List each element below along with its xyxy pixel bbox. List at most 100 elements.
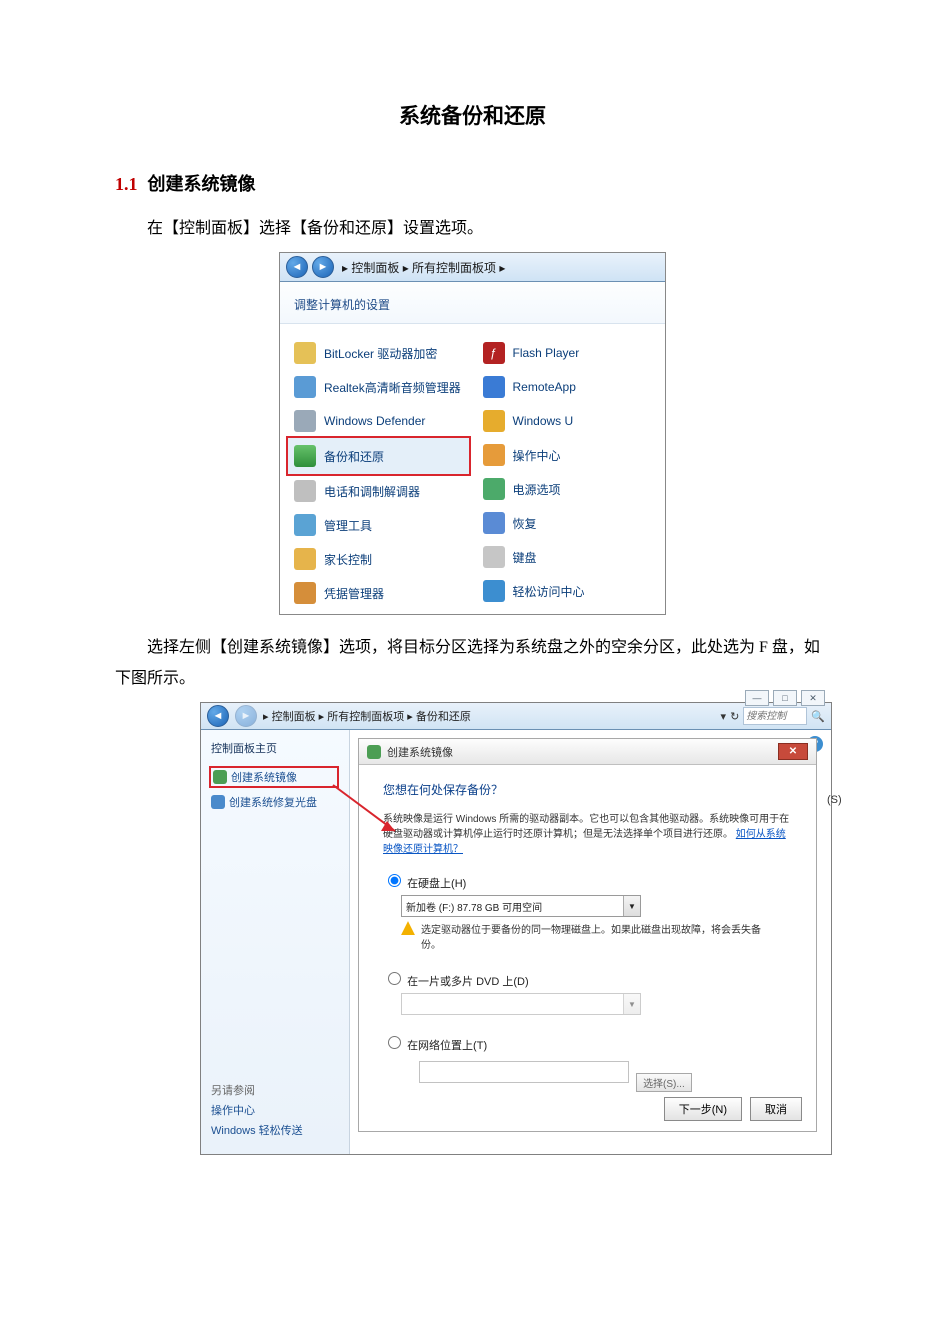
bw-forward-button[interactable]: ► <box>235 705 257 727</box>
sidebar-see-also: 另请参阅 <box>211 1082 303 1098</box>
document-title: 系统备份和还原 <box>115 100 830 130</box>
cp-item-label: 轻松访问中心 <box>513 583 585 600</box>
search-input[interactable] <box>743 707 807 725</box>
opt-dvd-radio[interactable] <box>388 972 401 985</box>
harddisk-combo[interactable]: 新加卷 (F:) 87.78 GB 可用空间 ▼ <box>401 895 641 917</box>
opt-network[interactable]: 在网络位置上(T) <box>383 1040 487 1052</box>
cp-header: 调整计算机的设置 <box>280 282 665 324</box>
remote-icon <box>483 376 505 398</box>
cp-item-label: 备份和还原 <box>324 448 384 465</box>
cp-item-label: Realtek高清晰音频管理器 <box>324 379 461 396</box>
wizard-description: 系统映像是运行 Windows 所需的驱动器副本。它也可以包含其他驱动器。系统映… <box>383 812 792 857</box>
disc-icon <box>211 795 225 809</box>
keyboard-icon <box>483 546 505 568</box>
cp-breadcrumb[interactable]: ▸ 控制面板 ▸ 所有控制面板项 ▸ <box>342 259 505 276</box>
update-icon <box>483 410 505 432</box>
section-title: 创建系统镜像 <box>148 174 256 194</box>
parent-icon <box>294 548 316 570</box>
cp-item-label: 管理工具 <box>324 517 372 534</box>
defender-icon <box>294 410 316 432</box>
forward-button[interactable]: ► <box>312 256 334 278</box>
right-shortcut: (S) <box>827 794 839 806</box>
cp-item-label: Flash Player <box>513 346 580 360</box>
cp-item-label: 恢复 <box>513 515 537 532</box>
cp-item-label: 电话和调制解调器 <box>324 483 420 500</box>
cp-item-admin[interactable]: 管理工具 <box>288 508 469 542</box>
wizard-close-button[interactable]: ✕ <box>778 743 808 760</box>
cp-item-keyboard[interactable]: 键盘 <box>477 540 658 574</box>
next-button[interactable]: 下一步(N) <box>664 1097 742 1121</box>
wizard-dialog: 创建系统镜像 ✕ 您想在何处保存备份？ 系统映像是运行 Windows 所需的驱… <box>358 738 817 1132</box>
cp-item-label: 电源选项 <box>513 481 561 498</box>
warning-icon <box>401 921 415 935</box>
cp-item-phone[interactable]: 电话和调制解调器 <box>288 474 469 508</box>
backup-icon <box>294 445 316 467</box>
opt-network-radio[interactable] <box>388 1036 401 1049</box>
network-path-input <box>419 1061 629 1083</box>
cp-item-recovery[interactable]: 恢复 <box>477 506 658 540</box>
cp-item-bitlocker[interactable]: BitLocker 驱动器加密 <box>288 336 469 370</box>
browse-button[interactable]: 选择(S)... <box>636 1073 692 1092</box>
cp-item-realtek[interactable]: Realtek高清晰音频管理器 <box>288 370 469 404</box>
backup-wizard-screenshot: — □ ✕ ◄ ► ▸ 控制面板 ▸ 所有控制面板项 ▸ 备份和还原 ▾ ↻ 🔍… <box>200 702 832 1155</box>
bw-titlebar: ◄ ► ▸ 控制面板 ▸ 所有控制面板项 ▸ 备份和还原 ▾ ↻ 🔍 <box>201 703 831 730</box>
bw-sidebar: 控制面板主页 创建系统镜像 创建系统修复光盘 另请参阅 操作中心 Windows… <box>201 730 349 1154</box>
cancel-button[interactable]: 取消 <box>750 1097 802 1121</box>
close-window-button[interactable]: ✕ <box>801 690 825 706</box>
opt-dvd[interactable]: 在一片或多片 DVD 上(D) <box>383 976 529 988</box>
wizard-titlebar: 创建系统镜像 ✕ <box>359 739 816 765</box>
wizard-question: 您想在何处保存备份？ <box>383 781 792 798</box>
section-number: 1.1 <box>115 174 138 194</box>
cp-item-label: RemoteApp <box>513 380 576 394</box>
sidebar-home[interactable]: 控制面板主页 <box>211 740 339 756</box>
cp-item-label: Windows Defender <box>324 414 425 428</box>
cp-item-label: 凭据管理器 <box>324 585 384 602</box>
realtek-icon <box>294 376 316 398</box>
power-icon <box>483 478 505 500</box>
cp-item-remote[interactable]: RemoteApp <box>477 370 658 404</box>
sidebar-create-image[interactable]: 创建系统镜像 <box>209 766 339 788</box>
cp-item-power[interactable]: 电源选项 <box>477 472 658 506</box>
opt-harddisk[interactable]: 在硬盘上(H) <box>383 878 466 890</box>
phone-icon <box>294 480 316 502</box>
cp-item-label: 操作中心 <box>513 447 561 464</box>
back-button[interactable]: ◄ <box>286 256 308 278</box>
dvd-combo: ▼ <box>401 993 641 1015</box>
chevron-down-icon[interactable]: ▼ <box>623 896 640 916</box>
sidebar-create-repair-disc[interactable]: 创建系统修复光盘 <box>211 794 339 810</box>
bitlocker-icon <box>294 342 316 364</box>
chevron-down-icon: ▼ <box>623 994 640 1014</box>
cp-item-ease[interactable]: 轻松访问中心 <box>477 574 658 608</box>
wizard-title-text: 创建系统镜像 <box>387 744 453 760</box>
cp-item-cred[interactable]: 凭据管理器 <box>288 576 469 610</box>
cp-item-update[interactable]: Windows U <box>477 404 658 438</box>
section-heading: 1.1 创建系统镜像 <box>115 170 830 196</box>
cp-titlebar: ◄ ► ▸ 控制面板 ▸ 所有控制面板项 ▸ <box>280 253 665 282</box>
cp-item-action[interactable]: 操作中心 <box>477 438 658 472</box>
cp-item-label: 家长控制 <box>324 551 372 568</box>
maximize-button[interactable]: □ <box>773 690 797 706</box>
recovery-icon <box>483 512 505 534</box>
sidebar-action-center[interactable]: 操作中心 <box>211 1102 303 1118</box>
shield-icon <box>213 770 227 784</box>
cp-item-parent[interactable]: 家长控制 <box>288 542 469 576</box>
admin-icon <box>294 514 316 536</box>
action-icon <box>483 444 505 466</box>
sidebar-easy-transfer[interactable]: Windows 轻松传送 <box>211 1122 303 1138</box>
cp-item-label: Windows U <box>513 414 574 428</box>
cp-item-label: 键盘 <box>513 549 537 566</box>
cp-item-label: BitLocker 驱动器加密 <box>324 345 437 362</box>
opt-harddisk-radio[interactable] <box>388 874 401 887</box>
cp-item-defender[interactable]: Windows Defender <box>288 404 469 438</box>
bw-back-button[interactable]: ◄ <box>207 705 229 727</box>
warning-text: 选定驱动器位于要备份的同一物理磁盘上。如果此磁盘出现故障，将会丢失备份。 <box>421 921 761 951</box>
bw-breadcrumb[interactable]: ▸ 控制面板 ▸ 所有控制面板项 ▸ 备份和还原 <box>263 708 471 724</box>
cp-item-backup[interactable]: 备份和还原 <box>286 436 471 476</box>
paragraph-1: 在【控制面板】选择【备份和还原】设置选项。 <box>115 214 830 244</box>
flash-icon: ƒ <box>483 342 505 364</box>
minimize-button[interactable]: — <box>745 690 769 706</box>
ease-icon <box>483 580 505 602</box>
paragraph-2: 选择左侧【创建系统镜像】选项，将目标分区选择为系统盘之外的空余分区，此处选为 F… <box>115 633 830 694</box>
cp-item-flash[interactable]: ƒ Flash Player <box>477 336 658 370</box>
search-icon[interactable]: 🔍 <box>811 710 825 723</box>
